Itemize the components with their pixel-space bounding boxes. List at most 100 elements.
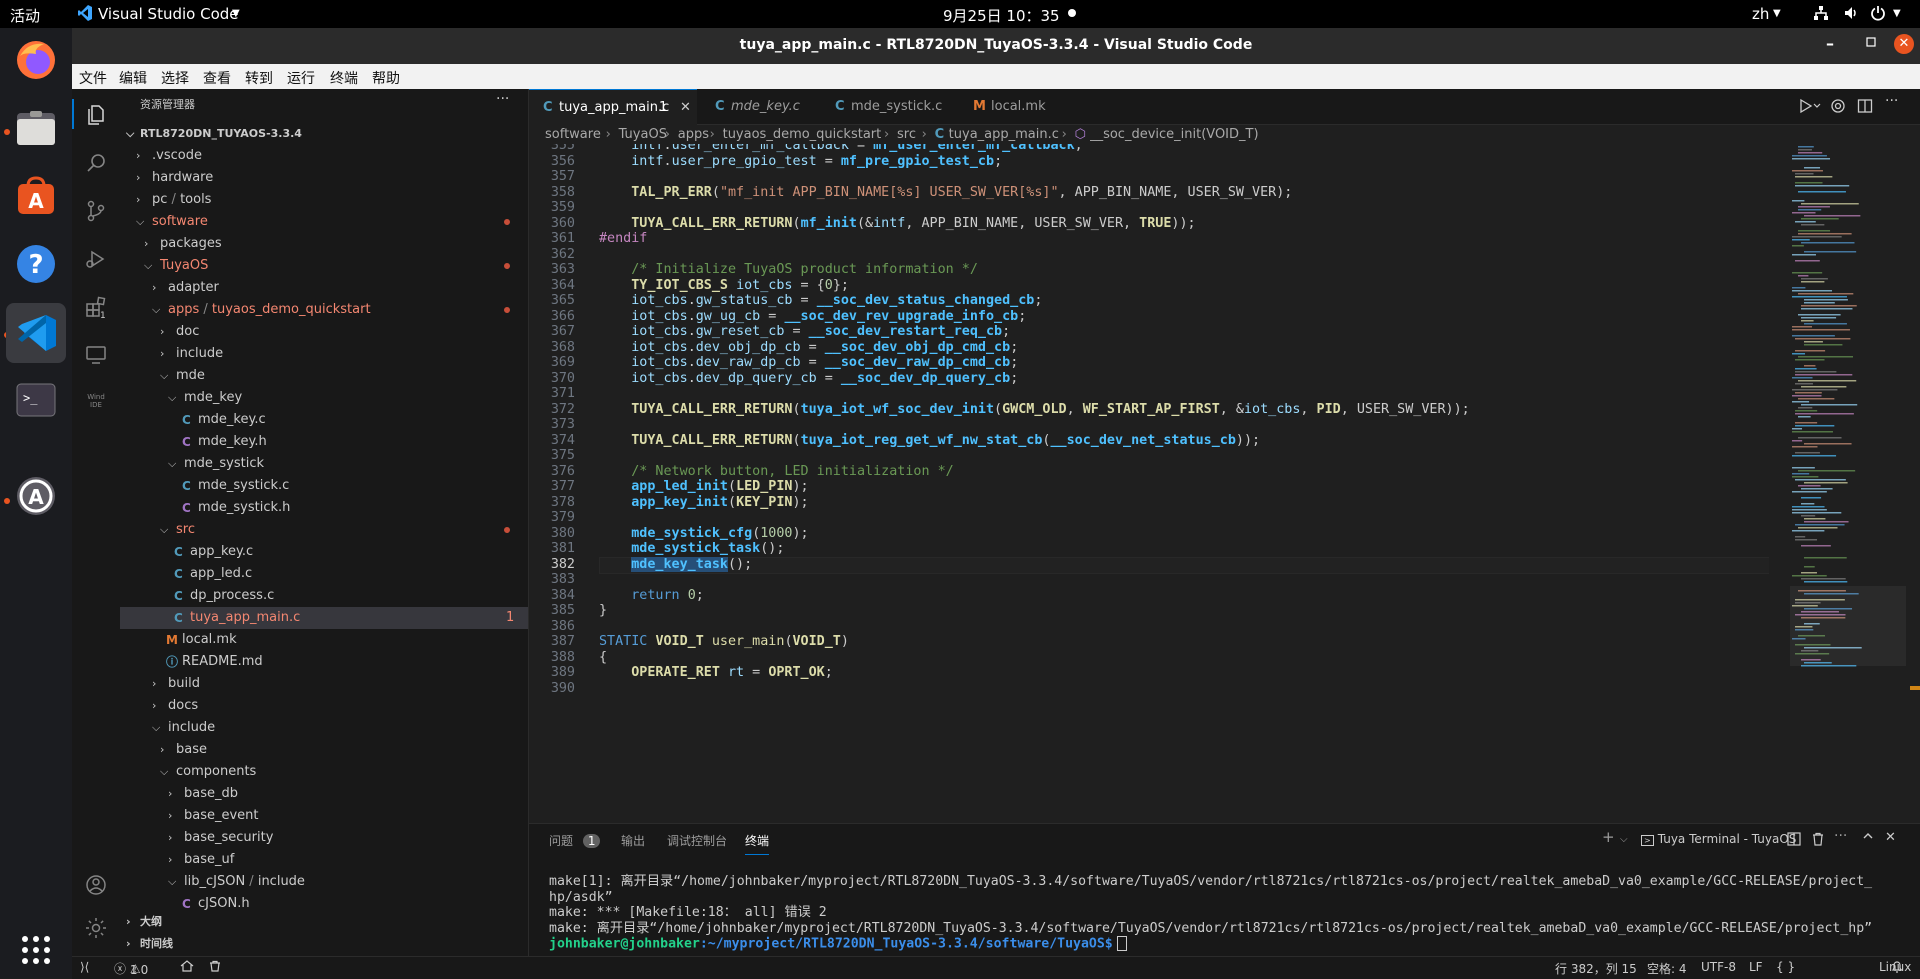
cursor-position[interactable]: 行 382，列 15 bbox=[1555, 960, 1637, 977]
minimap-viewport[interactable] bbox=[1790, 586, 1906, 666]
outline-section[interactable]: › 大纲 bbox=[120, 911, 528, 933]
code-line[interactable]: #endif bbox=[599, 231, 647, 246]
update-manager-icon[interactable]: A bbox=[12, 472, 60, 520]
source-control-icon[interactable] bbox=[82, 197, 110, 225]
home-icon[interactable] bbox=[180, 960, 194, 975]
code-line[interactable]: iot_cbs.gw_reset_cb = __soc_dev_restart_… bbox=[599, 324, 1010, 339]
panel-tab-output[interactable]: 输出 bbox=[621, 832, 645, 849]
code-line[interactable]: TUYA_CALL_ERR_RETURN(tuya_iot_reg_get_wf… bbox=[599, 433, 1260, 448]
code-line[interactable]: return 0; bbox=[599, 588, 704, 603]
code-line[interactable]: STATIC VOID_T user_main(VOID_T) bbox=[599, 634, 849, 649]
tree-item[interactable]: › docs bbox=[120, 695, 528, 717]
code-line[interactable]: /* Network button, LED initialization */ bbox=[599, 464, 953, 479]
code-line[interactable]: intf.user_pre_gpio_test = mf_pre_gpio_te… bbox=[599, 154, 1002, 169]
manage-gear-icon[interactable] bbox=[82, 914, 110, 942]
system-menu-caret-icon[interactable]: ▼ bbox=[1893, 8, 1901, 19]
breadcrumb-item[interactable]: C tuya_app_main.c bbox=[935, 124, 1059, 146]
code-line[interactable]: iot_cbs.gw_ug_cb = __soc_dev_rev_upgrade… bbox=[599, 309, 1026, 324]
tree-item[interactable]: Capp_key.c bbox=[120, 541, 528, 563]
tree-item[interactable]: › pc / tools bbox=[120, 189, 528, 211]
tree-item[interactable]: ⓘ README.md bbox=[120, 651, 528, 673]
more-actions-icon[interactable]: ··· bbox=[1885, 93, 1898, 109]
volume-icon[interactable] bbox=[1843, 5, 1859, 25]
tree-item[interactable]: ⌵ src bbox=[120, 519, 528, 541]
tree-item[interactable]: ⌵ lib_cJSON / include bbox=[120, 871, 528, 893]
input-method-label[interactable]: zh bbox=[1752, 5, 1769, 23]
code-line[interactable]: iot_cbs.gw_status_cb = __soc_dev_status_… bbox=[599, 293, 1042, 308]
tree-item[interactable]: ⌵ software bbox=[120, 211, 528, 233]
notifications-bell-icon[interactable] bbox=[1891, 960, 1903, 976]
code-line[interactable]: TAL_PR_ERR("mf_init APP_BIN_NAME[%s] USE… bbox=[599, 185, 1292, 200]
code-line[interactable]: app_key_init(KEY_PIN); bbox=[599, 495, 808, 510]
timeline-section[interactable]: › 时间线 bbox=[120, 933, 528, 955]
code-line[interactable]: TUYA_CALL_ERR_RETURN(tuya_iot_wf_soc_dev… bbox=[599, 402, 1469, 417]
network-icon[interactable] bbox=[1813, 5, 1829, 25]
workspace-root[interactable]: ⌵ RTL8720DN_TUYAOS-3.3.4 bbox=[120, 123, 528, 145]
menu-terminal[interactable]: 终端 bbox=[330, 68, 358, 88]
tree-item[interactable]: › packages bbox=[120, 233, 528, 255]
code-line[interactable]: iot_cbs.dev_obj_dp_cb = __soc_dev_obj_dp… bbox=[599, 340, 1018, 355]
code-line[interactable]: iot_cbs.dev_dp_query_cb = __soc_dev_dp_q… bbox=[599, 371, 1018, 386]
encoding[interactable]: UTF-8 bbox=[1701, 960, 1736, 974]
tree-item[interactable]: › adapter bbox=[120, 277, 528, 299]
tree-item[interactable]: › base_security bbox=[120, 827, 528, 849]
terminal-selector[interactable]: > Tuya Terminal - TuyaOS bbox=[1641, 832, 1796, 846]
breadcrumb-item[interactable]: src bbox=[897, 124, 916, 146]
menu-run[interactable]: 运行 bbox=[287, 68, 315, 88]
minimize-icon[interactable]: – bbox=[1826, 34, 1834, 53]
tab-local-mk[interactable]: M local.mk bbox=[955, 89, 1065, 124]
code-line[interactable]: app_led_init(LED_PIN); bbox=[599, 479, 808, 494]
activities-button[interactable]: 活动 bbox=[10, 5, 40, 26]
tree-item[interactable]: › base_uf bbox=[120, 849, 528, 871]
show-apps-icon[interactable] bbox=[12, 926, 60, 974]
panel-tab-debug-console[interactable]: 调试控制台 bbox=[667, 832, 727, 849]
tree-item[interactable]: Cmde_key.c bbox=[120, 409, 528, 431]
firefox-icon[interactable] bbox=[12, 36, 60, 84]
kill-terminal-trash-icon[interactable] bbox=[1811, 832, 1825, 849]
tree-item[interactable]: Cdp_process.c bbox=[120, 585, 528, 607]
maximize-panel-chevron-up-icon[interactable] bbox=[1862, 830, 1874, 845]
terminal-prompt[interactable]: johnbaker@johnbaker:~/myproject/RTL8720D… bbox=[549, 936, 1872, 952]
menu-edit[interactable]: 编辑 bbox=[119, 68, 147, 88]
software-store-icon[interactable]: A bbox=[12, 172, 60, 220]
vscode-icon[interactable] bbox=[6, 303, 66, 363]
terminal-output[interactable]: make[1]: 离开目录“/home/johnbaker/myproject/… bbox=[549, 874, 1872, 952]
tree-item[interactable]: Cmde_key.h bbox=[120, 431, 528, 453]
power-icon[interactable] bbox=[1870, 5, 1886, 25]
split-terminal-icon[interactable] bbox=[1787, 832, 1801, 849]
editor-scrollbar[interactable] bbox=[1906, 146, 1920, 806]
minimap[interactable] bbox=[1790, 146, 1906, 806]
account-icon[interactable] bbox=[82, 871, 110, 899]
remote-explorer-icon[interactable] bbox=[82, 341, 110, 369]
help-icon[interactable]: ? bbox=[12, 240, 60, 288]
code-line[interactable]: mde_key_task(); bbox=[599, 556, 752, 572]
close-window-icon[interactable]: ✕ bbox=[1894, 34, 1914, 54]
run-file-icon[interactable] bbox=[1799, 98, 1821, 118]
tree-item[interactable]: ⌵ mde_systick bbox=[120, 453, 528, 475]
code-line[interactable]: } bbox=[599, 603, 607, 618]
menu-view[interactable]: 查看 bbox=[203, 68, 231, 88]
tree-item[interactable]: Ctuya_app_main.c 1 bbox=[120, 607, 528, 629]
tree-item[interactable]: › base bbox=[120, 739, 528, 761]
tree-item[interactable]: Mlocal.mk bbox=[120, 629, 528, 651]
code-line[interactable]: /* Initialize TuyaOS product information… bbox=[599, 262, 978, 277]
tree-item[interactable]: › hardware bbox=[120, 167, 528, 189]
app-menu-label[interactable]: Visual Studio Code bbox=[98, 5, 239, 23]
menu-help[interactable]: 帮助 bbox=[372, 68, 400, 88]
tree-item[interactable]: ⌵ mde_key bbox=[120, 387, 528, 409]
trash-icon[interactable] bbox=[209, 960, 221, 975]
app-menu-caret-icon[interactable]: ▼ bbox=[232, 8, 240, 19]
menu-go[interactable]: 转到 bbox=[245, 68, 273, 88]
code-line[interactable]: TY_IOT_CBS_S iot_cbs = {0}; bbox=[599, 278, 849, 293]
menu-selection[interactable]: 选择 bbox=[161, 68, 189, 88]
tree-item[interactable]: ⌵ components bbox=[120, 761, 528, 783]
tree-item[interactable]: ⌵ TuyaOS bbox=[120, 255, 528, 277]
close-tab-icon[interactable]: ✕ bbox=[680, 90, 691, 125]
indentation[interactable]: 空格: 4 bbox=[1647, 960, 1687, 977]
language-mode-braces-icon[interactable]: { } bbox=[1776, 960, 1795, 974]
tree-item[interactable]: Cmde_systick.h bbox=[120, 497, 528, 519]
search-icon[interactable] bbox=[82, 149, 110, 177]
tree-item[interactable]: › base_db bbox=[120, 783, 528, 805]
tree-item[interactable]: ⌵ include bbox=[120, 717, 528, 739]
terminal-icon[interactable]: >_ bbox=[12, 376, 60, 424]
